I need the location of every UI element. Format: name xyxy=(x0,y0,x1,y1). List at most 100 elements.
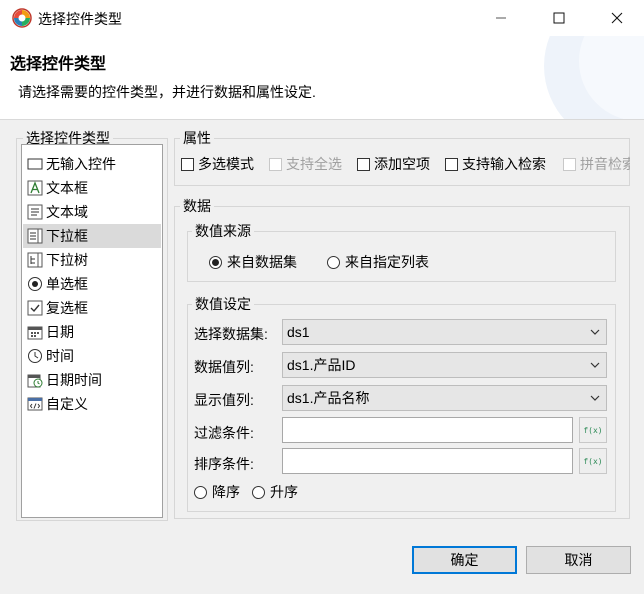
sort-desc-radio[interactable]: 降序 xyxy=(194,482,240,502)
display-column-label: 显示值列: xyxy=(194,392,254,408)
minimize-icon xyxy=(496,17,506,19)
datetime-icon xyxy=(27,374,43,388)
type-item-label: 文本域 xyxy=(46,204,88,220)
value-column-label: 数据值列: xyxy=(194,359,254,375)
custom-code-icon xyxy=(27,397,43,411)
type-item-dropdown-tree[interactable]: 下拉树 xyxy=(23,248,161,272)
type-item-label: 下拉框 xyxy=(46,228,88,244)
type-item-textarea[interactable]: 文本域 xyxy=(23,200,161,224)
maximize-icon xyxy=(553,12,565,24)
header-description: 请选择需要的控件类型，并进行数据和属性设定. xyxy=(18,84,316,100)
multi-select-checkbox[interactable]: 多选模式 xyxy=(181,154,254,174)
value-settings-legend: 数值设定 xyxy=(192,296,254,312)
dataset-select[interactable]: ds1 xyxy=(282,319,607,345)
type-item-label: 复选框 xyxy=(46,300,88,316)
select-all-label: 支持全选 xyxy=(286,156,342,172)
cancel-button[interactable]: 取消 xyxy=(526,546,631,574)
type-item-label: 文本框 xyxy=(46,180,88,196)
type-item-label: 自定义 xyxy=(46,396,88,412)
ok-button[interactable]: 确定 xyxy=(412,546,517,574)
filter-condition-label: 过滤条件: xyxy=(194,425,254,441)
filter-formula-button[interactable]: f(x) xyxy=(579,417,607,443)
input-search-label: 支持输入检索 xyxy=(462,156,546,172)
type-item-custom[interactable]: 自定义 xyxy=(23,392,161,416)
close-icon xyxy=(611,12,623,24)
type-item-label: 日期时间 xyxy=(46,372,102,388)
type-item-label: 时间 xyxy=(46,348,74,364)
type-item-textbox[interactable]: 文本框 xyxy=(23,176,161,200)
sort-condition-input[interactable] xyxy=(282,448,573,474)
title-bar: 选择控件类型 xyxy=(0,0,644,36)
calendar-icon xyxy=(27,326,43,340)
maximize-button[interactable] xyxy=(536,0,582,36)
multi-select-label: 多选模式 xyxy=(198,156,254,172)
select-all-checkbox-box xyxy=(269,157,282,171)
select-all-checkbox[interactable]: 支持全选 xyxy=(269,154,342,174)
app-logo-icon xyxy=(12,8,32,28)
type-item-no-input[interactable]: 无输入控件 xyxy=(23,152,161,176)
dropdown-icon xyxy=(27,228,43,244)
radio-icon xyxy=(28,277,42,291)
type-item-checkbox[interactable]: 复选框 xyxy=(23,296,161,320)
type-item-label: 单选框 xyxy=(46,276,88,292)
from-dataset-radio[interactable]: 来自数据集 xyxy=(209,252,297,272)
chevron-down-icon xyxy=(590,395,600,401)
dropdown-tree-icon xyxy=(27,252,43,268)
type-item-radio[interactable]: 单选框 xyxy=(23,272,161,296)
sort-formula-button[interactable]: f(x) xyxy=(579,448,607,474)
value-source-legend: 数值来源 xyxy=(192,223,254,239)
sort-asc-radio-circle xyxy=(252,485,265,499)
sort-asc-radio[interactable]: 升序 xyxy=(252,482,298,502)
display-column-select-value: ds1.产品名称 xyxy=(287,390,370,406)
data-legend: 数据 xyxy=(180,198,214,214)
from-list-label: 来自指定列表 xyxy=(345,254,429,270)
input-search-checkbox[interactable]: 支持输入检索 xyxy=(445,154,546,174)
filter-condition-input[interactable] xyxy=(282,417,573,443)
type-item-datetime[interactable]: 日期时间 xyxy=(23,368,161,392)
type-item-label: 无输入控件 xyxy=(46,156,116,172)
minimize-button[interactable] xyxy=(478,0,524,36)
from-list-radio-circle xyxy=(327,255,340,269)
properties-legend: 属性 xyxy=(180,130,214,146)
dialog-header: 选择控件类型 请选择需要的控件类型，并进行数据和属性设定. xyxy=(0,36,644,120)
chevron-down-icon xyxy=(590,362,600,368)
type-item-date[interactable]: 日期 xyxy=(23,320,161,344)
type-item-dropdown[interactable]: 下拉框 xyxy=(23,224,161,248)
pinyin-search-checkbox[interactable]: 拼音检索 xyxy=(563,154,630,174)
sort-condition-label: 排序条件: xyxy=(194,456,254,472)
type-item-time[interactable]: 时间 xyxy=(23,344,161,368)
add-empty-checkbox[interactable]: 添加空项 xyxy=(357,154,430,174)
pinyin-search-label: 拼音检索 xyxy=(580,156,630,172)
header-title: 选择控件类型 xyxy=(10,56,107,73)
multi-select-checkbox-box xyxy=(181,157,194,171)
value-column-select-value: ds1.产品ID xyxy=(287,357,356,373)
header-decoration xyxy=(544,36,644,119)
add-empty-checkbox-box xyxy=(357,157,370,171)
add-empty-label: 添加空项 xyxy=(374,156,430,172)
dataset-label: 选择数据集: xyxy=(194,326,268,342)
checkbox-icon xyxy=(27,300,43,316)
pinyin-search-checkbox-box xyxy=(563,157,576,171)
input-search-checkbox-box xyxy=(445,157,458,171)
control-type-list[interactable]: 无输入控件 文本框 文本域 下拉框 下拉树 单选框 复选框 日期 时间 日期时间… xyxy=(21,144,163,518)
from-dataset-radio-circle xyxy=(209,255,222,269)
no-input-icon xyxy=(27,158,43,170)
window-title: 选择控件类型 xyxy=(38,11,122,27)
textbox-icon xyxy=(27,180,43,196)
sort-desc-label: 降序 xyxy=(212,484,240,500)
dataset-select-value: ds1 xyxy=(287,324,310,340)
fx-icon: f(x) xyxy=(583,456,603,466)
from-dataset-label: 来自数据集 xyxy=(227,254,297,270)
pinyin-search-clip: 拼音检索 xyxy=(563,150,630,174)
chevron-down-icon xyxy=(590,329,600,335)
clock-icon xyxy=(28,349,42,363)
type-item-label: 日期 xyxy=(46,324,74,340)
sort-asc-label: 升序 xyxy=(270,484,298,500)
fx-icon: f(x) xyxy=(583,425,603,435)
sort-desc-radio-circle xyxy=(194,485,207,499)
display-column-select[interactable]: ds1.产品名称 xyxy=(282,385,607,411)
from-list-radio[interactable]: 来自指定列表 xyxy=(327,252,429,272)
close-button[interactable] xyxy=(594,0,640,36)
type-item-label: 下拉树 xyxy=(46,252,88,268)
value-column-select[interactable]: ds1.产品ID xyxy=(282,352,607,378)
